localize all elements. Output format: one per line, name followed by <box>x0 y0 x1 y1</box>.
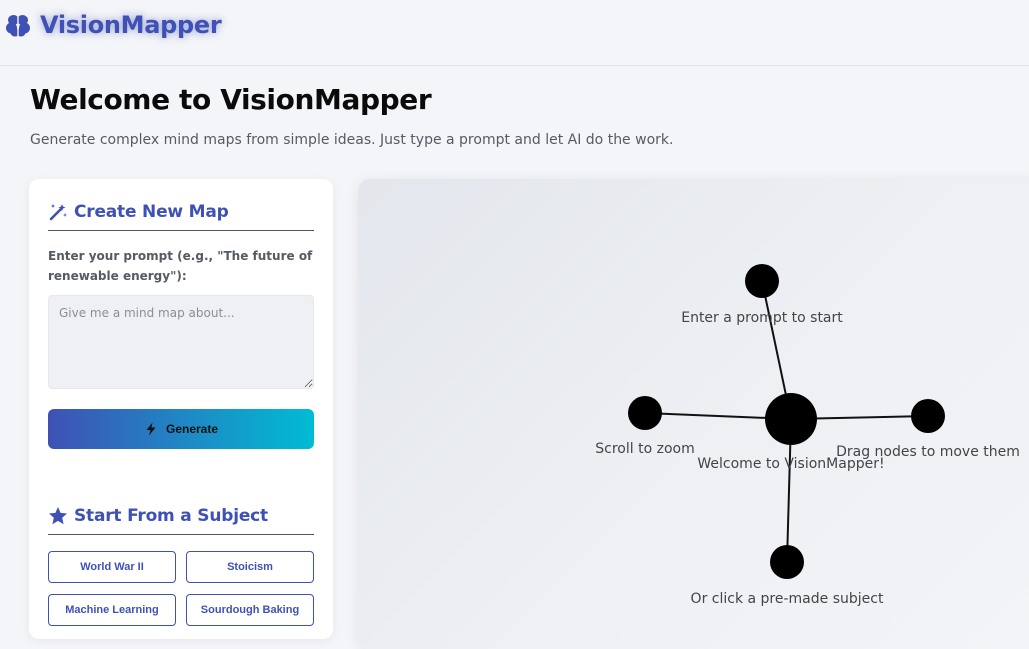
create-map-title: Create New Map <box>74 201 229 222</box>
mind-map-canvas[interactable]: Enter a prompt to start Scroll to zoom D… <box>358 179 1029 649</box>
center-node-label: Welcome to VisionMapper! <box>697 456 884 472</box>
generate-label: Generate <box>165 422 219 436</box>
brain-icon <box>6 15 30 37</box>
mind-map-node-drag[interactable]: Drag nodes to move them <box>836 399 1020 460</box>
subjects-title: Start From a Subject <box>74 505 268 526</box>
mind-map-svg[interactable]: Enter a prompt to start Scroll to zoom D… <box>358 179 1029 649</box>
control-panel: Create New Map Enter your prompt (e.g., … <box>29 179 333 639</box>
top-bar: VisionMapper <box>0 0 1029 66</box>
generate-button[interactable]: Generate <box>48 409 314 449</box>
mind-map-node-center[interactable]: Welcome to VisionMapper! <box>697 393 885 472</box>
subject-button-machine-learning[interactable]: Machine Learning <box>48 594 176 626</box>
magic-wand-icon <box>49 203 67 220</box>
prompt-label: Enter your prompt (e.g., "The future of … <box>48 249 313 283</box>
page-subtitle: Generate complex mind maps from simple i… <box>30 132 674 148</box>
star-icon <box>49 506 67 524</box>
brand-logo[interactable]: VisionMapper <box>4 11 222 39</box>
mind-map-node-subject[interactable]: Or click a pre-made subject <box>691 545 884 607</box>
mind-map-node-zoom[interactable]: Scroll to zoom <box>595 396 695 457</box>
subject-button-stoicism[interactable]: Stoicism <box>186 551 314 583</box>
subject-list: World War II Stoicism Machine Learning S… <box>48 551 314 626</box>
subject-button-sourdough-baking[interactable]: Sourdough Baking <box>186 594 314 626</box>
page-title: Welcome to VisionMapper <box>30 83 432 116</box>
bolt-icon <box>146 422 156 436</box>
node-label: Scroll to zoom <box>595 441 694 457</box>
subjects-heading: Start From a Subject <box>48 497 314 535</box>
subject-button-world-war-ii[interactable]: World War II <box>48 551 176 583</box>
brand-name: VisionMapper <box>40 11 222 39</box>
create-map-heading: Create New Map <box>48 193 314 231</box>
node-label: Enter a prompt to start <box>681 310 843 326</box>
prompt-input[interactable] <box>48 295 314 389</box>
mind-map-node-prompt[interactable]: Enter a prompt to start <box>681 264 843 326</box>
node-label: Or click a pre-made subject <box>691 591 884 607</box>
